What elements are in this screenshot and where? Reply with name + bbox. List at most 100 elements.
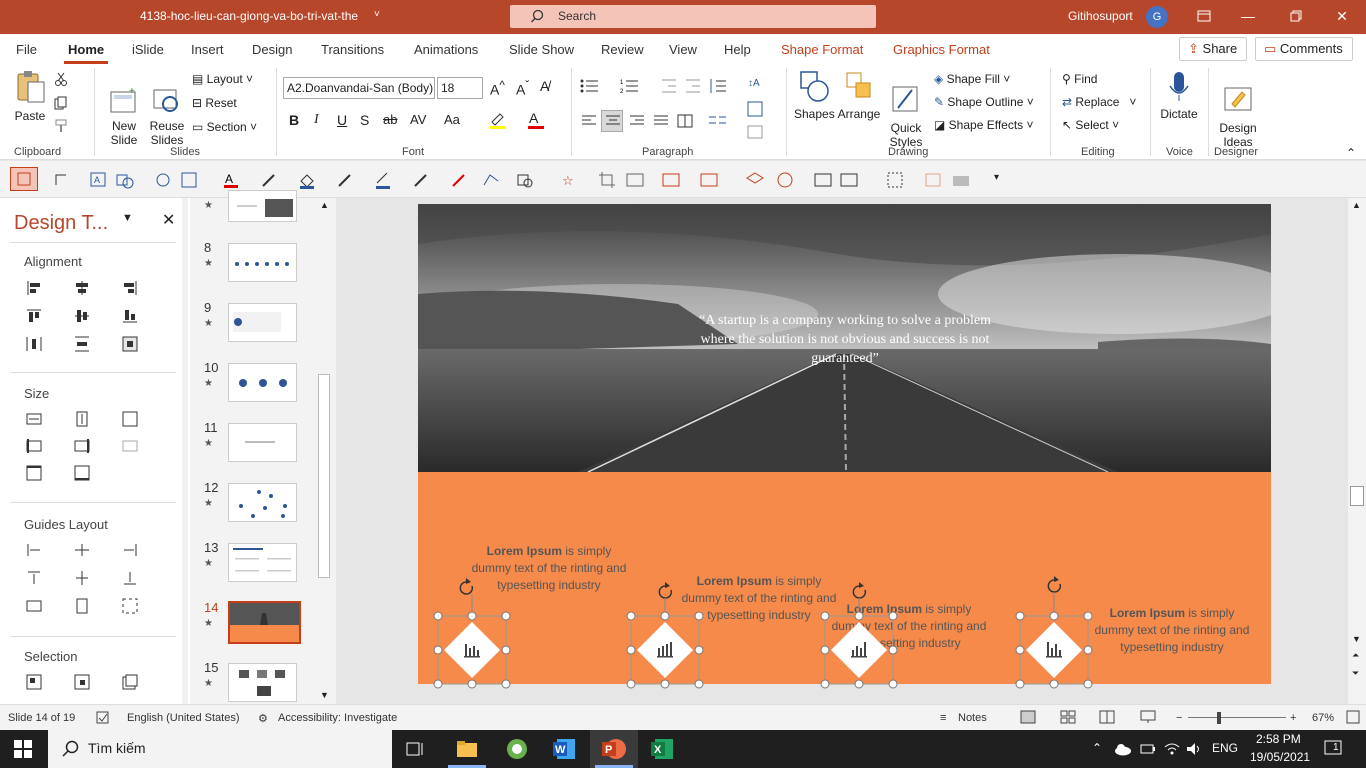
shapes-button[interactable]: Shapes bbox=[794, 70, 835, 121]
guide-center-v-icon[interactable] bbox=[74, 542, 90, 558]
shape-effects-button[interactable]: ◪ Shape Effects ˅ bbox=[934, 118, 1034, 132]
extend-right-icon[interactable] bbox=[74, 438, 90, 454]
excel-icon[interactable]: X bbox=[651, 738, 675, 760]
slides-icon[interactable] bbox=[924, 171, 942, 189]
align-center-button[interactable] bbox=[601, 110, 623, 132]
diamond-icon-1[interactable] bbox=[428, 574, 516, 704]
guide-center-h-icon[interactable] bbox=[74, 570, 90, 586]
guide-height-icon[interactable] bbox=[74, 598, 90, 614]
powerpoint-taskbar-button[interactable]: P bbox=[590, 730, 638, 768]
line-spacing-icon[interactable] bbox=[708, 78, 728, 94]
bullets-icon[interactable] bbox=[580, 78, 600, 94]
shape-fill-button[interactable]: ◈ Shape Fill ˅ bbox=[934, 72, 1010, 86]
rotate-icon[interactable] bbox=[52, 171, 70, 189]
search-box[interactable]: Search bbox=[510, 5, 876, 28]
lorem-text-4[interactable]: Lorem Ipsum is simply dummy text of the … bbox=[1092, 605, 1252, 656]
increase-indent-icon[interactable] bbox=[684, 78, 702, 94]
select-same-icon[interactable] bbox=[26, 674, 42, 690]
swap-icon[interactable] bbox=[154, 171, 172, 189]
zoom-slider-thumb[interactable] bbox=[1217, 712, 1221, 724]
numbering-icon[interactable]: 12 bbox=[620, 78, 640, 94]
font-size-select[interactable]: 18 bbox=[437, 77, 483, 99]
tab-home[interactable]: Home bbox=[68, 42, 104, 57]
slide-thumbnail-current[interactable] bbox=[228, 601, 301, 644]
clock-date[interactable]: 19/05/2021 bbox=[1250, 750, 1310, 764]
guide-left-icon[interactable] bbox=[26, 542, 42, 558]
slideshow-icon[interactable] bbox=[1140, 710, 1156, 724]
arrange-button[interactable]: Arrange bbox=[836, 70, 882, 121]
title-dropdown-icon[interactable]: ˅ bbox=[374, 9, 380, 20]
fit-slide-icon[interactable] bbox=[1346, 710, 1360, 724]
tab-file[interactable]: File bbox=[16, 42, 37, 57]
slide-sorter-icon[interactable] bbox=[1060, 710, 1076, 724]
strikethrough-button[interactable]: ab bbox=[383, 112, 397, 127]
zoom-slider[interactable] bbox=[1188, 717, 1286, 718]
tab-help[interactable]: Help bbox=[724, 42, 751, 57]
tab-shape-format[interactable]: Shape Format bbox=[781, 42, 863, 57]
zoom-out-icon[interactable]: − bbox=[1176, 712, 1182, 724]
scroll-up-icon[interactable]: ▲ bbox=[1352, 200, 1361, 210]
thumbnails-scrollbar[interactable]: ▲ ▼ bbox=[316, 198, 332, 704]
decrease-indent-icon[interactable] bbox=[660, 78, 678, 94]
tab-design[interactable]: Design bbox=[252, 42, 292, 57]
toolbar-select-button[interactable] bbox=[10, 167, 38, 191]
swap-size-icon[interactable] bbox=[122, 438, 138, 454]
shadow-button[interactable]: S bbox=[360, 112, 369, 128]
align-text-icon[interactable] bbox=[746, 100, 764, 118]
pane-menu-icon[interactable]: ▼ bbox=[122, 212, 133, 224]
same-width-icon[interactable] bbox=[26, 411, 42, 427]
battery-icon[interactable] bbox=[1140, 741, 1156, 757]
layers-icon[interactable] bbox=[746, 171, 764, 189]
comments-button[interactable]: ▭ Comments bbox=[1255, 37, 1353, 61]
timer-icon[interactable] bbox=[776, 171, 794, 189]
collapse-ribbon-icon[interactable]: ⌃ bbox=[1346, 146, 1356, 160]
task-view-icon[interactable] bbox=[406, 740, 426, 758]
underline-button[interactable]: U bbox=[337, 112, 347, 128]
zoom-in-icon[interactable]: + bbox=[1290, 712, 1296, 724]
crop-icon[interactable] bbox=[598, 171, 616, 189]
italic-button[interactable]: I bbox=[314, 112, 319, 128]
extend-bottom-icon[interactable] bbox=[74, 465, 90, 481]
input-language[interactable]: ENG bbox=[1212, 741, 1238, 755]
folder-icon[interactable] bbox=[952, 171, 970, 189]
same-height-icon[interactable] bbox=[74, 411, 90, 427]
diamond-icon-4[interactable] bbox=[1010, 574, 1098, 704]
spelling-icon[interactable] bbox=[96, 711, 110, 725]
pane-close-icon[interactable]: ✕ bbox=[162, 210, 175, 230]
diamond-icon-2[interactable] bbox=[621, 574, 709, 704]
distribute-horizontal-icon[interactable] bbox=[26, 336, 42, 352]
change-case-button[interactable]: Aa bbox=[444, 112, 460, 127]
tab-graphics-format[interactable]: Graphics Format bbox=[893, 42, 990, 57]
copy-icon[interactable] bbox=[54, 96, 68, 110]
group-icon[interactable] bbox=[180, 171, 198, 189]
cut-icon[interactable] bbox=[54, 72, 68, 86]
align-center-icon[interactable] bbox=[74, 280, 90, 296]
shape-icon[interactable] bbox=[116, 171, 134, 189]
slide-thumbnail[interactable] bbox=[228, 543, 297, 582]
paste-button[interactable]: Paste bbox=[10, 70, 50, 123]
star-icon[interactable]: ☆ bbox=[560, 171, 578, 189]
distribute-vertical-icon[interactable] bbox=[74, 336, 90, 352]
shape-outline-button[interactable]: ✎ Shape Outline ˅ bbox=[934, 95, 1034, 109]
tab-animations[interactable]: Animations bbox=[414, 42, 478, 57]
highlight-icon[interactable] bbox=[488, 110, 508, 130]
shrink-font-icon[interactable]: Aˇ bbox=[516, 79, 529, 98]
taskbar-search[interactable]: Tìm kiếm bbox=[48, 730, 392, 768]
diamond-icon-3[interactable] bbox=[815, 574, 903, 704]
normal-view-icon[interactable] bbox=[1020, 710, 1036, 724]
guide-right-icon[interactable] bbox=[122, 542, 138, 558]
close-button[interactable]: ✕ bbox=[1322, 4, 1362, 28]
export-icon[interactable] bbox=[886, 171, 904, 189]
columns-icon[interactable] bbox=[677, 114, 693, 128]
dictate-button[interactable]: Dictate bbox=[1158, 70, 1200, 121]
share-button[interactable]: ⇪ Share bbox=[1179, 37, 1247, 61]
clear-format-icon[interactable]: A̸ bbox=[540, 78, 549, 94]
slide-thumbnail[interactable] bbox=[228, 363, 297, 402]
slide-thumbnail[interactable] bbox=[228, 243, 297, 282]
guide-width-icon[interactable] bbox=[26, 598, 42, 614]
word-icon[interactable]: W bbox=[553, 738, 577, 760]
pane-scrollbar[interactable] bbox=[182, 198, 188, 704]
eyedropper-fill-icon[interactable] bbox=[336, 171, 354, 189]
tab-insert[interactable]: Insert bbox=[191, 42, 224, 57]
select-invert-icon[interactable] bbox=[122, 674, 138, 690]
